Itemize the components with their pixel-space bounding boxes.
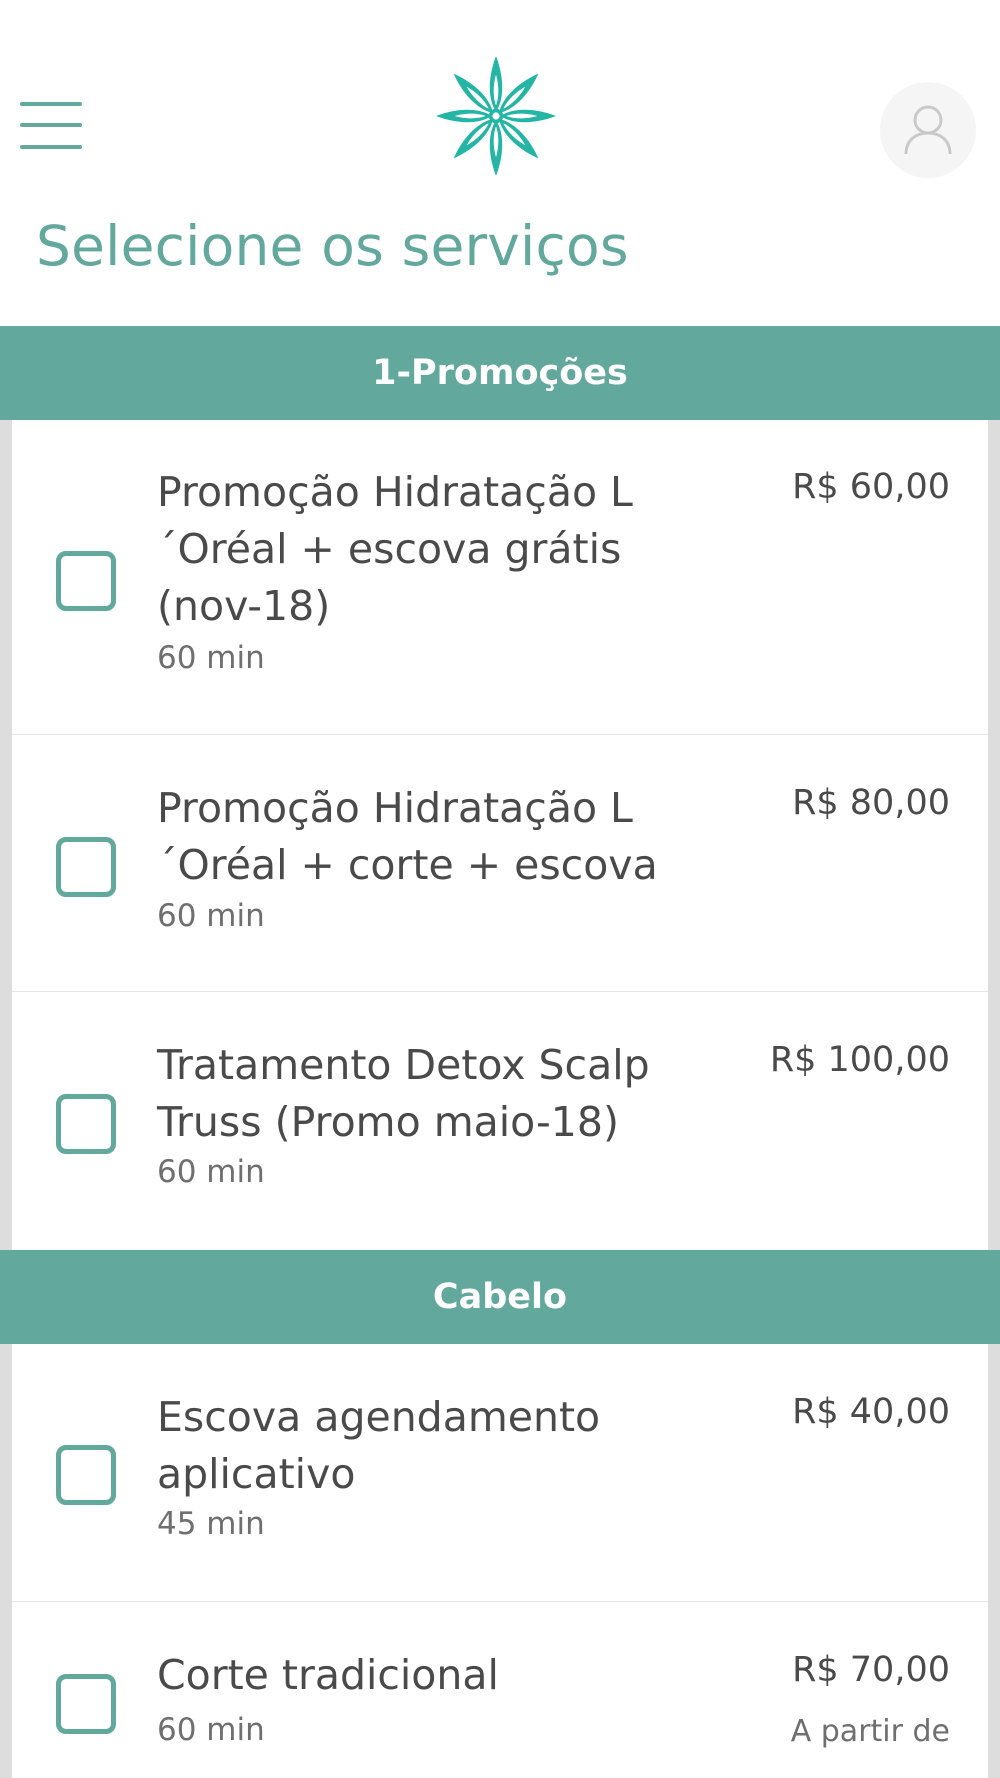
service-price: R$ 100,00: [769, 1040, 950, 1080]
service-name: Promoção Hidratação L ´Oréal + corte + e…: [157, 784, 658, 889]
service-item[interactable]: Promoção Hidratação L ´Oréal + corte + e…: [12, 735, 988, 992]
section-header: 1-Promoções: [0, 326, 1000, 420]
service-name: Tratamento Detox Scalp Truss (Promo maio…: [157, 1041, 650, 1146]
app-header: [0, 0, 1000, 220]
service-duration: 60 min: [157, 1712, 265, 1748]
hamburger-menu-icon[interactable]: [20, 100, 82, 152]
service-item[interactable]: Escova agendamento aplicativo 45 min R$ …: [12, 1344, 988, 1602]
service-name: Escova agendamento aplicativo: [157, 1393, 601, 1498]
service-name: Corte tradicional: [157, 1651, 499, 1699]
service-duration: 60 min: [157, 1154, 265, 1190]
section-header: Cabelo: [0, 1250, 1000, 1344]
user-profile-icon: [904, 105, 952, 155]
section-items: Escova agendamento aplicativo 45 min R$ …: [0, 1344, 1000, 1778]
service-duration: 60 min: [157, 640, 265, 676]
service-checkbox[interactable]: [56, 551, 116, 611]
service-checkbox[interactable]: [56, 1094, 116, 1154]
user-profile-button[interactable]: [880, 82, 976, 178]
service-item[interactable]: Corte tradicional 60 min R$ 70,00 A part…: [12, 1602, 988, 1778]
service-price-note: A partir de: [790, 1714, 950, 1749]
services-list: 1-Promoções Promoção Hidratação L ´Oréal…: [0, 326, 1000, 1778]
section-items: Promoção Hidratação L ´Oréal + escova gr…: [0, 420, 1000, 1250]
service-price: R$ 40,00: [792, 1392, 950, 1432]
service-checkbox[interactable]: [56, 1445, 116, 1505]
service-price: R$ 80,00: [792, 783, 950, 823]
service-item[interactable]: Tratamento Detox Scalp Truss (Promo maio…: [12, 992, 988, 1250]
service-name: Promoção Hidratação L ´Oréal + escova gr…: [157, 468, 633, 630]
page-title: Selecione os serviços: [36, 214, 629, 278]
service-checkbox[interactable]: [56, 1674, 116, 1734]
flower-logo-icon: [436, 56, 556, 176]
service-price: R$ 70,00: [792, 1650, 950, 1690]
service-price: R$ 60,00: [792, 467, 950, 507]
service-duration: 60 min: [157, 898, 265, 934]
service-duration: 45 min: [157, 1506, 265, 1542]
service-item[interactable]: Promoção Hidratação L ´Oréal + escova gr…: [12, 420, 988, 735]
service-checkbox[interactable]: [56, 837, 116, 897]
